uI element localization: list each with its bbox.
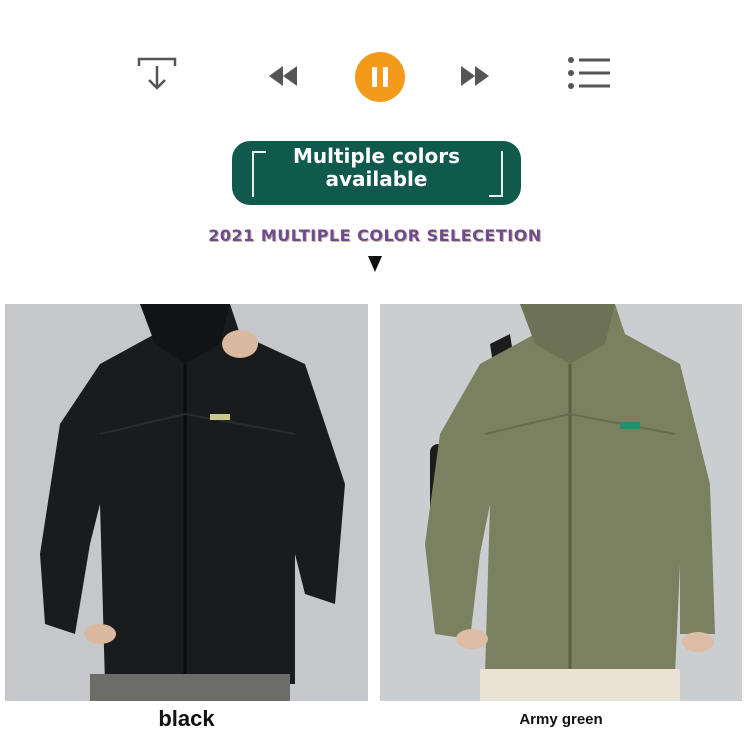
playlist-icon[interactable] bbox=[567, 56, 611, 90]
product-photo-black[interactable] bbox=[5, 304, 368, 701]
download-icon[interactable] bbox=[137, 56, 177, 92]
selection-subtitle: 2021 MULTIPLE COLOR SELECETION bbox=[208, 226, 542, 245]
media-toolbar bbox=[0, 0, 750, 130]
product-photo-army-green[interactable] bbox=[380, 304, 742, 701]
color-label-army-green: Army green bbox=[519, 711, 603, 728]
pause-icon[interactable] bbox=[355, 52, 405, 102]
rewind-icon[interactable] bbox=[267, 64, 299, 88]
down-arrow-icon bbox=[368, 256, 382, 272]
color-label-black: black bbox=[158, 706, 215, 731]
banner-line-1: Multiple colors bbox=[292, 144, 461, 168]
banner-line-2: available bbox=[325, 167, 428, 191]
banner-title: Multiple colors available bbox=[266, 145, 487, 191]
multiple-colors-banner: Multiple colors available bbox=[232, 141, 521, 205]
bracket-left-decoration bbox=[252, 151, 266, 197]
fast-forward-icon[interactable] bbox=[459, 64, 491, 88]
bracket-right-decoration bbox=[489, 151, 503, 197]
